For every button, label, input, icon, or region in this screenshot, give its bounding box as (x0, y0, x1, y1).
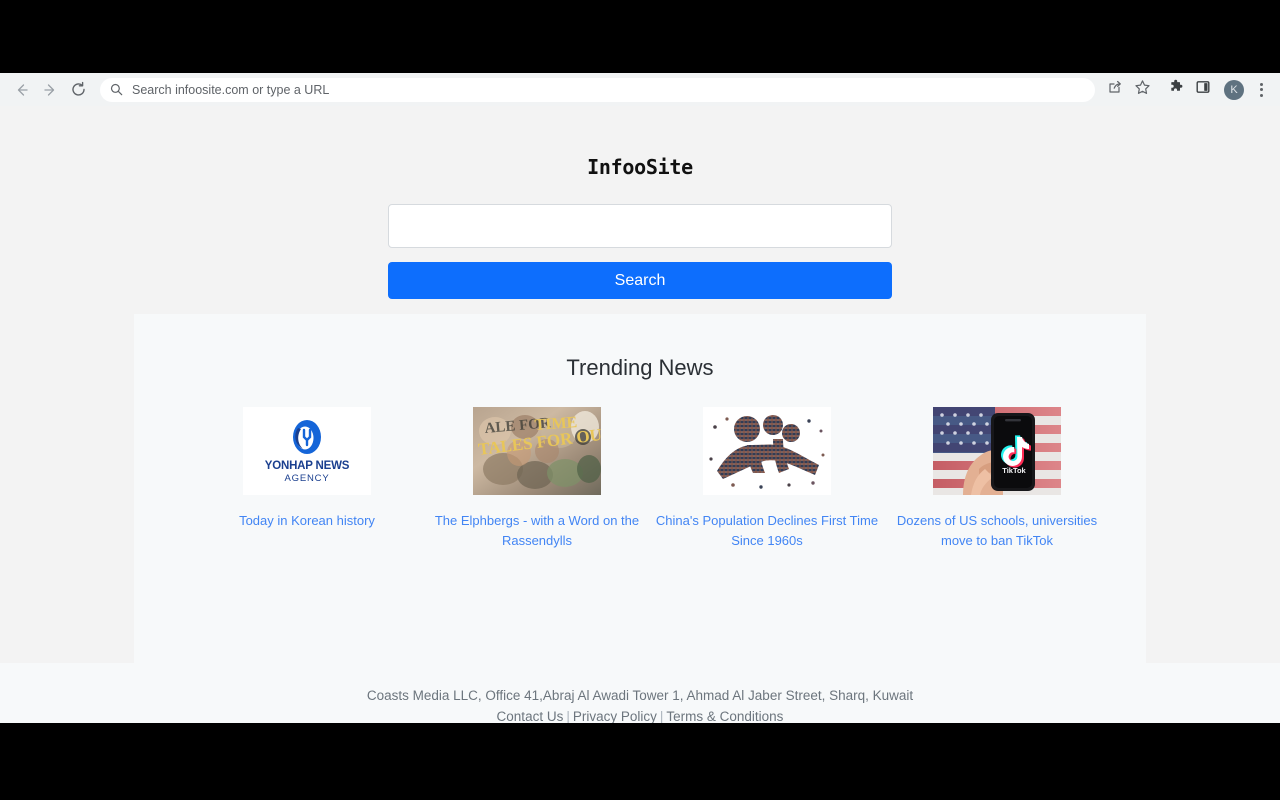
news-card-caption[interactable]: Today in Korean history (192, 511, 422, 531)
tales-for-our-time-book-cover-icon: ALE FOR TIME TALES FOR OUR (473, 407, 601, 495)
page-viewport: InfooSite Search Trending News (0, 106, 1280, 723)
share-icon (1107, 79, 1123, 100)
news-thumbnail[interactable]: TikTok (933, 407, 1061, 495)
svg-text:YONHAP NEWS: YONHAP NEWS (265, 460, 350, 472)
search-area: Search (388, 204, 892, 299)
crowd-forming-family-silhouette-icon (703, 407, 831, 495)
footer-link-terms-and-conditions[interactable]: Terms & Conditions (666, 709, 783, 723)
svg-text:TikTok: TikTok (1002, 466, 1026, 475)
page-title: InfooSite (0, 155, 1280, 179)
toolbar-icon-group: K (1101, 77, 1272, 103)
news-card-caption[interactable]: China's Population Declines First Time S… (652, 511, 882, 551)
news-card[interactable]: ALE FOR TIME TALES FOR OUR The Elphbergs… (422, 407, 652, 551)
bookmark-button[interactable] (1129, 77, 1155, 103)
address-bar-text: Search infoosite.com or type a URL (132, 83, 329, 97)
news-card[interactable]: TikTok Dozens of US schools, universitie… (882, 407, 1112, 551)
side-panel-icon (1195, 79, 1211, 100)
browser-toolbar: Search infoosite.com or type a URL (0, 73, 1280, 106)
reload-icon (70, 81, 87, 98)
svg-text:AGENCY: AGENCY (285, 473, 330, 484)
search-input[interactable] (388, 204, 892, 248)
news-card[interactable]: YONHAP NEWS AGENCY Today in Korean histo… (192, 407, 422, 551)
back-arrow-icon (14, 82, 30, 98)
yonhap-news-agency-logo-icon: YONHAP NEWS AGENCY (243, 407, 371, 495)
news-card-caption[interactable]: The Elphbergs - with a Word on the Rasse… (422, 511, 652, 551)
forward-arrow-icon (42, 82, 58, 98)
trending-news-heading: Trending News (134, 355, 1146, 381)
forward-button[interactable] (36, 76, 64, 104)
news-thumbnail[interactable]: YONHAP NEWS AGENCY (243, 407, 371, 495)
page-footer: Coasts Media LLC, Office 41,Abraj Al Awa… (0, 663, 1280, 723)
hand-holding-phone-tiktok-us-flag-icon: TikTok (933, 407, 1061, 495)
screen: Search infoosite.com or type a URL (0, 0, 1280, 800)
browser-menu-button[interactable] (1250, 77, 1272, 103)
side-panel-button[interactable] (1190, 77, 1216, 103)
puzzle-piece-icon (1168, 79, 1184, 100)
address-bar[interactable]: Search infoosite.com or type a URL (100, 78, 1095, 102)
search-button[interactable]: Search (388, 262, 892, 299)
news-thumbnail[interactable]: ALE FOR TIME TALES FOR OUR (473, 407, 601, 495)
footer-separator: | (657, 709, 667, 723)
trending-news-cards: YONHAP NEWS AGENCY Today in Korean histo… (134, 407, 1146, 551)
footer-address: Coasts Media LLC, Office 41,Abraj Al Awa… (0, 685, 1280, 706)
footer-separator: | (563, 709, 573, 723)
star-icon (1134, 79, 1151, 101)
footer-link-contact-us[interactable]: Contact Us (497, 709, 564, 723)
news-thumbnail[interactable] (703, 407, 831, 495)
share-button[interactable] (1102, 77, 1128, 103)
trending-news-panel: Trending News (134, 314, 1146, 667)
footer-link-privacy-policy[interactable]: Privacy Policy (573, 709, 657, 723)
reload-button[interactable] (64, 76, 92, 104)
back-button[interactable] (8, 76, 36, 104)
extensions-button[interactable] (1163, 77, 1189, 103)
news-card-caption[interactable]: Dozens of US schools, universities move … (882, 511, 1112, 551)
search-icon (110, 83, 123, 96)
three-dot-menu-icon (1260, 83, 1263, 97)
footer-links: Contact Us|Privacy Policy|Terms & Condit… (0, 706, 1280, 723)
letterbox-top (0, 0, 1280, 73)
news-card[interactable]: China's Population Declines First Time S… (652, 407, 882, 551)
profile-avatar[interactable]: K (1224, 80, 1244, 100)
letterbox-bottom (0, 723, 1280, 800)
